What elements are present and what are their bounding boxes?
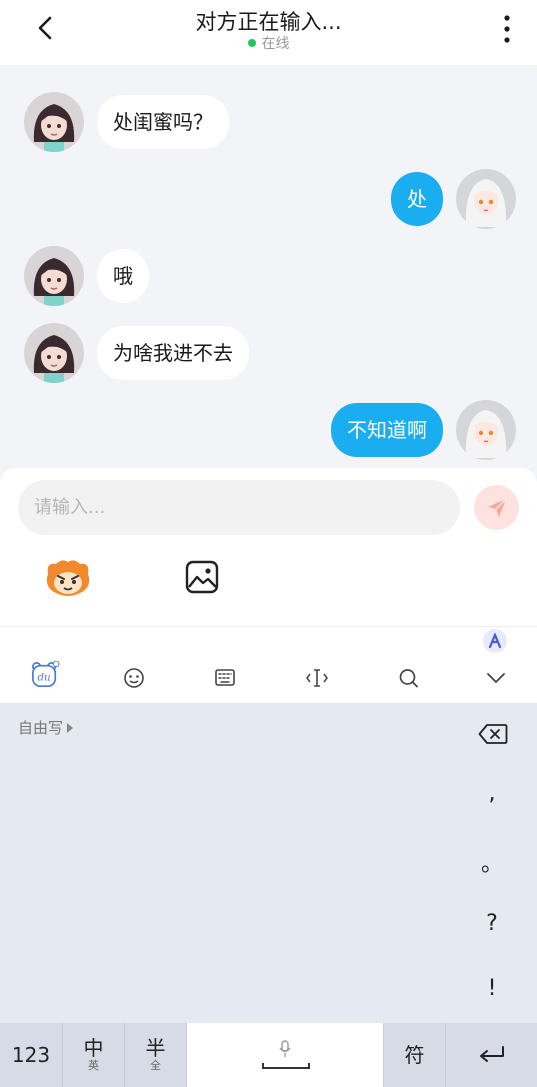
keyboard-bottom-row: 123 中 英 半 全 符	[0, 1023, 537, 1087]
message-bubble[interactable]: 处	[391, 172, 443, 226]
full-label: 全	[150, 1059, 161, 1072]
message-bubble[interactable]: 处闺蜜吗？	[97, 95, 229, 149]
punct-exclaim-key[interactable]: !	[467, 976, 517, 1001]
microphone-icon	[279, 1040, 291, 1057]
backspace-icon[interactable]	[478, 723, 508, 745]
message-bubble[interactable]: 为啥我进不去	[97, 326, 249, 380]
send-button[interactable]	[474, 485, 519, 530]
message-input[interactable]	[18, 480, 460, 535]
chat-title: 对方正在输入...	[195, 10, 342, 34]
freewrite-toggle[interactable]: 自由写	[18, 717, 74, 738]
enter-icon	[479, 1046, 504, 1062]
message-bubble[interactable]: 不知道啊	[331, 403, 443, 457]
freewrite-label: 自由写	[18, 719, 64, 737]
message-list: 处闺蜜吗？ 处 哦 为啥我进不去 不知道啊	[0, 65, 537, 470]
contact-avatar[interactable]	[24, 246, 84, 306]
more-options-icon[interactable]	[499, 14, 515, 44]
punct-period-key[interactable]: 。	[467, 846, 517, 878]
message-row: 为啥我进不去	[24, 323, 249, 383]
message-row: 处闺蜜吗？	[24, 92, 229, 152]
search-icon[interactable]	[394, 664, 424, 692]
caret-right-icon	[67, 722, 74, 733]
online-dot-icon	[247, 39, 256, 47]
collapse-keyboard-icon[interactable]	[481, 664, 511, 692]
message-row: 处	[391, 169, 516, 229]
keyboard-layout-icon[interactable]	[210, 664, 240, 692]
punct-question-key[interactable]: ?	[467, 911, 517, 936]
symbols-key[interactable]: 符	[384, 1023, 446, 1087]
du-logo-icon[interactable]: du	[30, 661, 60, 689]
zh-label: 中	[83, 1036, 104, 1060]
online-status-label: 在线	[261, 36, 290, 52]
emoji-icon[interactable]	[119, 664, 149, 692]
space-key[interactable]	[187, 1023, 384, 1087]
en-label: 英	[88, 1059, 99, 1072]
symbols-key-label: 符	[404, 1043, 425, 1067]
online-status: 在线	[0, 33, 537, 53]
ai-assistant-icon[interactable]	[483, 629, 507, 653]
sticker-icon[interactable]	[44, 556, 92, 598]
cursor-control-icon[interactable]	[302, 664, 332, 692]
my-avatar[interactable]	[456, 169, 516, 229]
svg-text:du: du	[37, 672, 50, 684]
language-toggle-key[interactable]: 中 英	[63, 1023, 125, 1087]
space-bar-icon	[262, 1063, 310, 1069]
width-toggle-key[interactable]: 半 全	[125, 1023, 187, 1087]
message-row: 哦	[24, 246, 149, 306]
numbers-key[interactable]: 123	[0, 1023, 63, 1087]
keyboard-toolbar: du	[0, 626, 537, 703]
half-label: 半	[145, 1036, 166, 1060]
handwriting-pad[interactable]: 自由写 , 。 ? !	[0, 703, 537, 1023]
composer-panel	[0, 468, 537, 626]
contact-avatar[interactable]	[24, 323, 84, 383]
contact-avatar[interactable]	[24, 92, 84, 152]
chat-header: 对方正在输入... 在线	[0, 0, 537, 65]
message-row: 不知道啊	[331, 400, 516, 460]
enter-key[interactable]	[446, 1023, 537, 1087]
message-bubble[interactable]: 哦	[97, 249, 149, 303]
punct-comma-key[interactable]: ,	[467, 781, 517, 806]
image-icon[interactable]	[185, 560, 219, 594]
numbers-key-label: 123	[11, 1043, 51, 1067]
send-icon	[487, 497, 507, 517]
my-avatar[interactable]	[456, 400, 516, 460]
